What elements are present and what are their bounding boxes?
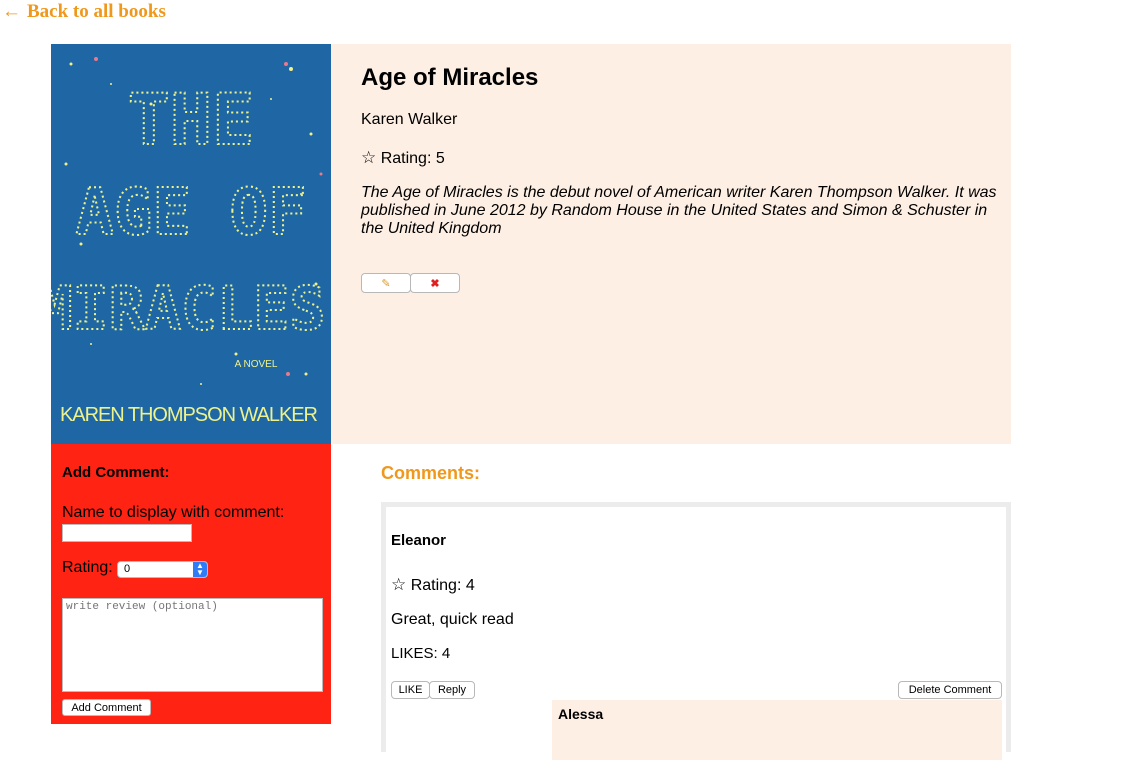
close-icon: ✖ [430, 277, 440, 290]
book-title: Age of Miracles [361, 64, 539, 91]
add-comment-button[interactable]: Add Comment [62, 699, 151, 716]
back-to-all-books-link[interactable]: ← Back to all books [2, 1, 166, 23]
book-author: Karen Walker [361, 111, 458, 128]
pencil-icon: ✎ [381, 277, 391, 290]
name-input[interactable] [62, 524, 192, 542]
reply-author: Alessa [558, 706, 604, 722]
add-comment-heading: Add Comment: [62, 464, 170, 481]
add-comment-form: Add Comment: Name to display with commen… [51, 444, 331, 724]
reply-card: Alessa [552, 700, 1002, 760]
comment-rating-label: Rating: 4 [410, 577, 475, 594]
star-icon: ☆ [391, 575, 407, 594]
cover-subtitle: A NOVEL [235, 359, 278, 370]
cover-title-line2: AGE OF [75, 176, 306, 250]
rating-select-value: 0 [124, 563, 131, 575]
like-button[interactable]: LIKE [391, 681, 430, 699]
comment-likes: LIKES: 4 [391, 645, 451, 662]
cover-title-line3: MIRACLES [51, 274, 325, 344]
comments-heading: Comments: [381, 463, 481, 483]
star-icon: ☆ [361, 148, 377, 167]
comment-author: Eleanor [391, 532, 447, 549]
cover-title-line1: THE [128, 79, 254, 161]
select-arrows-icon: ▲ ▼ [193, 562, 207, 577]
comment-card: Eleanor ☆ Rating: 4 Great, quick read LI… [381, 502, 1011, 760]
edit-book-button[interactable]: ✎ [361, 273, 411, 293]
rating-select[interactable]: 0 ▲ ▼ [117, 561, 208, 578]
reply-button[interactable]: Reply [429, 681, 475, 699]
rating-field-label: Rating: [62, 559, 113, 576]
book-cover-art: THE AGE OF MIRACLES A NOVEL KAREN THOMPS… [51, 44, 331, 444]
cover-author: KAREN THOMPSON WALKER [60, 404, 318, 426]
comment-rating: ☆ Rating: 4 [391, 575, 475, 595]
comment-text: Great, quick read [391, 611, 514, 628]
book-rating: ☆ Rating: 5 [361, 148, 445, 168]
book-rating-label: Rating: 5 [380, 150, 445, 167]
book-details-panel: Age of Miracles Karen Walker ☆ Rating: 5… [331, 44, 1011, 444]
back-link-label: Back to all books [27, 1, 166, 22]
book-cover-image: THE AGE OF MIRACLES A NOVEL KAREN THOMPS… [51, 44, 331, 444]
delete-book-button[interactable]: ✖ [410, 273, 460, 293]
book-description: The Age of Miracles is the debut novel o… [361, 184, 997, 237]
delete-comment-button[interactable]: Delete Comment [898, 681, 1002, 699]
name-field-label: Name to display with comment: [62, 504, 285, 521]
book-action-buttons: ✎ ✖ [361, 273, 460, 293]
review-textarea[interactable] [62, 598, 323, 692]
back-arrow-icon: ← [2, 1, 21, 22]
